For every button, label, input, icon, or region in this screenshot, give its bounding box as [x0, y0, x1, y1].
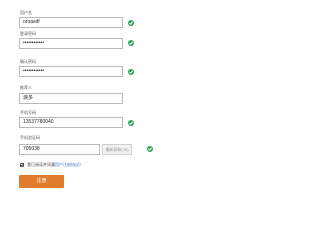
- sms-code-valid-check-icon: [147, 146, 153, 152]
- confirm-password-valid-check-icon: [128, 69, 134, 75]
- username-input[interactable]: oroasdf: [19, 17, 123, 28]
- password-valid-check-icon: [128, 40, 134, 46]
- password-label: 登录密码: [20, 31, 36, 36]
- username-label: 用户名: [20, 10, 32, 15]
- register-button[interactable]: 注册: [19, 175, 64, 188]
- confirm-password-label: 确认密码: [20, 59, 36, 64]
- sms-code-input[interactable]: 705038: [19, 144, 100, 155]
- phone-label: 手机号码: [20, 110, 36, 115]
- agreement-checkbox[interactable]: [20, 163, 24, 167]
- username-valid-check-icon: [128, 20, 134, 26]
- sms-code-label: 手机验证码: [20, 135, 40, 140]
- phone-valid-check-icon: [128, 120, 134, 126]
- phone-input[interactable]: 13537780040: [19, 117, 123, 128]
- checkbox-checked-icon: [20, 163, 24, 167]
- password-input[interactable]: ••••••••••••: [19, 38, 123, 49]
- referrer-label: 推荐人: [20, 85, 32, 90]
- referrer-input[interactable]: 浪多: [19, 93, 123, 104]
- confirm-password-input[interactable]: ••••••••••••: [19, 66, 123, 77]
- resend-sms-button[interactable]: 重新获取(38): [102, 144, 132, 155]
- user-agreement-link[interactable]: 《用户注册协议》: [51, 162, 83, 167]
